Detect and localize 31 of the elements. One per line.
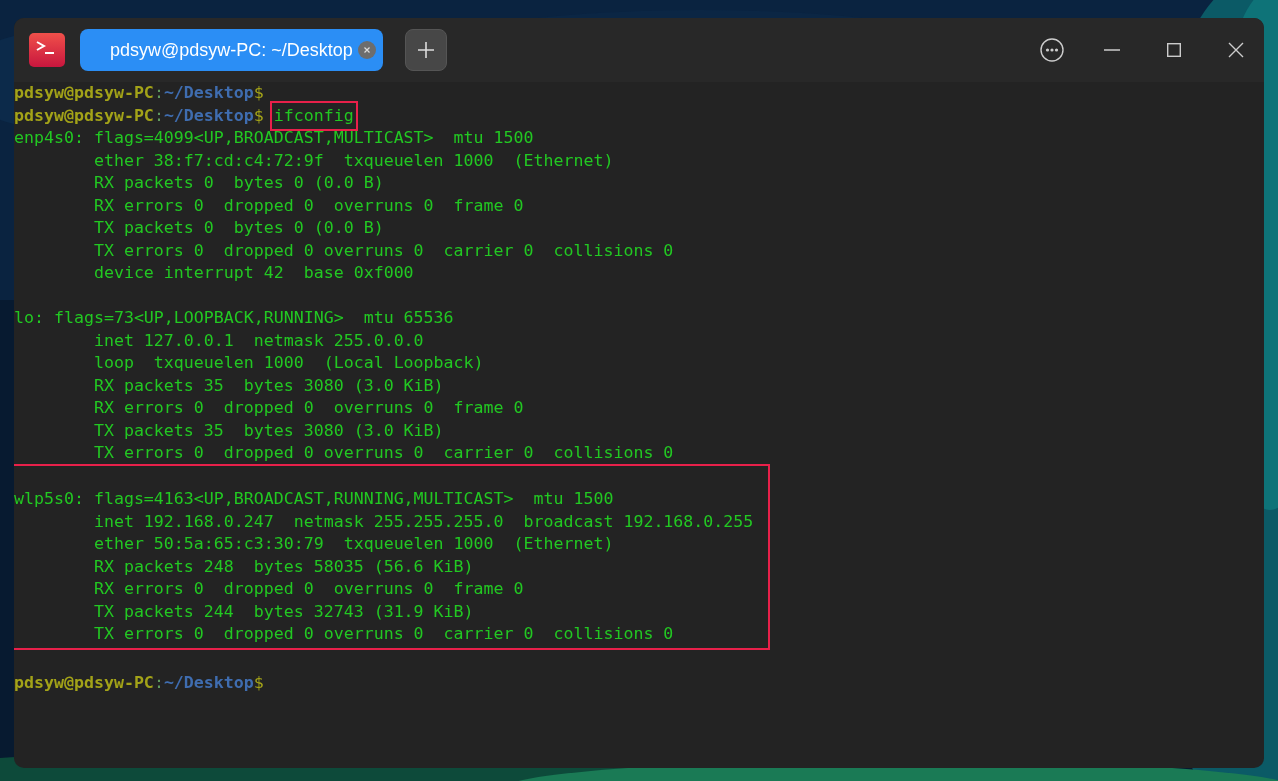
output-line: TX errors 0 dropped 0 overruns 0 carrier 0 collisions 0 [92,623,674,645]
maximize-icon[interactable] [1167,43,1181,57]
output-line: inet 192.168.0.247 netmask 255.255.255.0 broadcast 192.168.0.255 [92,510,754,533]
prompt: pdsyw@pdsyw-PC:~/Desktop$ [14,104,264,127]
output-line: device interrupt 42 base 0xf000 [92,262,414,284]
output-line: ether 38:f7:cd:c4:72:9f txqueuelen 1000 (Ethernet) [92,149,614,172]
output-line: TX packets 0 bytes 0 (0.0 B) [92,217,384,239]
terminal-tab[interactable]: pdsyw@pdsyw-PC: ~/Desktop [80,29,383,71]
output-line: RX errors 0 dropped 0 overruns 0 frame 0 [92,194,524,217]
output-line: RX errors 0 dropped 0 overruns 0 frame 0 [92,578,524,600]
new-tab-button[interactable] [405,29,447,71]
output-line: lo: flags=73<UP,LOOPBACK,RUNNING> mtu 65536 [14,307,454,329]
output-line: RX errors 0 dropped 0 overruns 0 frame 0 [92,397,524,419]
output-line: RX packets 248 bytes 58035 (56.6 KiB) [92,555,474,578]
output-line: ether 50:5a:65:c3:30:79 txqueuelen 1000 (Ethernet) [92,533,614,555]
plus-icon [417,41,435,59]
output-line: RX packets 0 bytes 0 (0.0 B) [92,172,384,194]
output-line: TX packets 35 bytes 3080 (3.0 KiB) [92,419,444,442]
prompt: pdsyw@pdsyw-PC:~/Desktop$ [14,672,264,694]
terminal-app-icon [29,33,65,67]
more-icon[interactable] [1040,38,1064,62]
output-line: RX packets 35 bytes 3080 (3.0 KiB) [92,374,444,397]
output-line: TX errors 0 dropped 0 overruns 0 carrier 0 collisions 0 [92,239,674,262]
output-line: inet 127.0.0.1 netmask 255.0.0.0 [92,329,424,352]
output-line: TX packets 244 bytes 32743 (31.9 KiB) [92,600,474,623]
output-line: wlp5s0: flags=4163<UP,BROADCAST,RUNNING,MULTICAST> mtu 1500 [14,488,614,510]
output-line: TX errors 0 dropped 0 overruns 0 carrier 0 collisions 0 [92,442,674,464]
prompt: pdsyw@pdsyw-PC:~/Desktop$ [14,82,264,104]
output-line: enp4s0: flags=4099<UP,BROADCAST,MULTICAST> mtu 1500 [14,127,534,149]
output-line: loop txqueuelen 1000 (Local Loopback) [92,352,484,374]
close-icon[interactable] [1228,42,1244,58]
